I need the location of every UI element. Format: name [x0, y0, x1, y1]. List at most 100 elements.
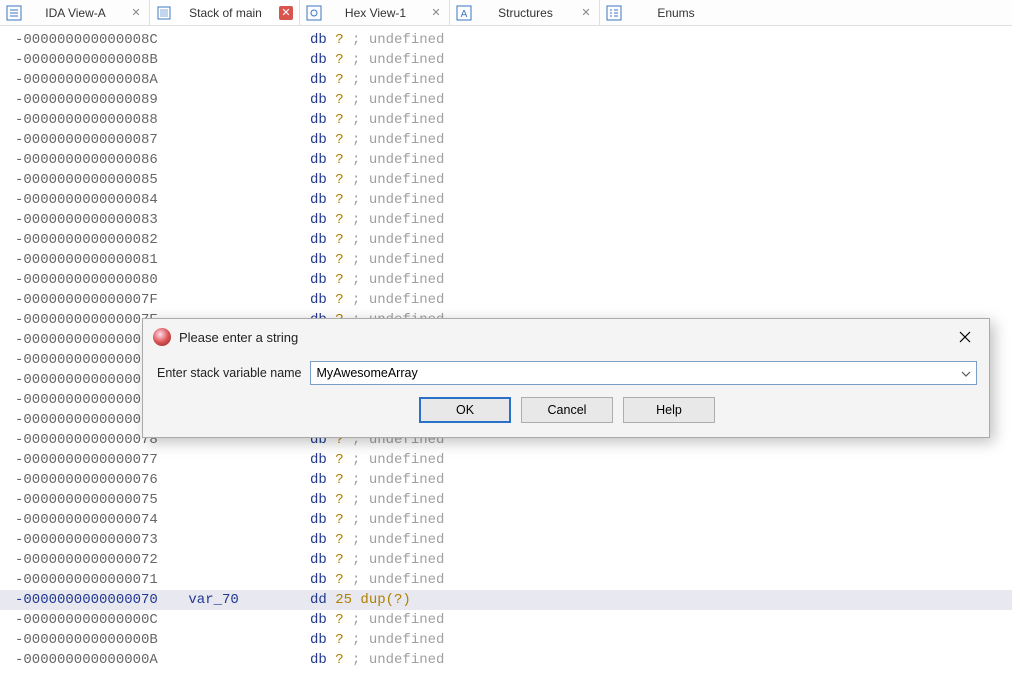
comment: ; undefined	[344, 150, 445, 170]
value: ?	[335, 530, 343, 550]
type-keyword: db	[310, 110, 335, 130]
close-icon[interactable]: ✕	[579, 6, 593, 20]
type-keyword: db	[310, 630, 335, 650]
tab-label: Enums	[628, 6, 724, 20]
disasm-line[interactable]: -000000000000000Bdb ? ; undefined	[0, 630, 1012, 650]
disasm-line[interactable]: -0000000000000088db ? ; undefined	[0, 110, 1012, 130]
rename-dialog: Please enter a string Enter stack variab…	[142, 318, 990, 438]
type-keyword: db	[310, 650, 335, 670]
offset: -0000000000000085	[15, 170, 180, 190]
value: 25 dup(?)	[335, 590, 411, 610]
type-keyword: db	[310, 450, 335, 470]
tab-stack-of-main[interactable]: Stack of main ✕	[150, 0, 300, 25]
value: ?	[335, 610, 343, 630]
comment: ; undefined	[344, 570, 445, 590]
disasm-line[interactable]: -0000000000000080db ? ; undefined	[0, 270, 1012, 290]
dialog-title: Please enter a string	[179, 330, 943, 345]
tab-ida-view-a[interactable]: IDA View-A ✕	[0, 0, 150, 25]
value: ?	[335, 30, 343, 50]
structures-icon: A	[456, 5, 472, 21]
value: ?	[335, 190, 343, 210]
tab-enums[interactable]: Enums	[600, 0, 730, 25]
disasm-line[interactable]: -0000000000000087db ? ; undefined	[0, 130, 1012, 150]
dialog-body: Enter stack variable name OK Cancel Help	[143, 355, 989, 437]
type-keyword: db	[310, 610, 335, 630]
disasm-line[interactable]: -0000000000000073db ? ; undefined	[0, 530, 1012, 550]
disasm-line[interactable]: -0000000000000085db ? ; undefined	[0, 170, 1012, 190]
dialog-header: Please enter a string	[143, 319, 989, 355]
list-icon	[6, 5, 22, 21]
offset: -0000000000000070	[15, 590, 180, 610]
disasm-line[interactable]: -000000000000007Fdb ? ; undefined	[0, 290, 1012, 310]
value: ?	[335, 70, 343, 90]
value: ?	[335, 290, 343, 310]
value: ?	[335, 210, 343, 230]
disasm-line[interactable]: -0000000000000071db ? ; undefined	[0, 570, 1012, 590]
comment: ; undefined	[344, 250, 445, 270]
type-keyword: dd	[310, 590, 335, 610]
ok-button[interactable]: OK	[419, 397, 511, 423]
value: ?	[335, 150, 343, 170]
disasm-line[interactable]: -0000000000000076db ? ; undefined	[0, 470, 1012, 490]
cancel-button[interactable]: Cancel	[521, 397, 613, 423]
offset: -000000000000007F	[15, 290, 180, 310]
tab-structures[interactable]: A Structures ✕	[450, 0, 600, 25]
value: ?	[335, 490, 343, 510]
disasm-line[interactable]: -0000000000000077db ? ; undefined	[0, 450, 1012, 470]
type-keyword: db	[310, 470, 335, 490]
offset: -0000000000000083	[15, 210, 180, 230]
field-label: Enter stack variable name	[157, 366, 302, 380]
type-keyword: db	[310, 550, 335, 570]
offset: -0000000000000086	[15, 150, 180, 170]
disasm-line[interactable]: -0000000000000075db ? ; undefined	[0, 490, 1012, 510]
disasm-line[interactable]: -0000000000000086 db ? ; undefined	[0, 150, 1012, 170]
disasm-line[interactable]: -0000000000000070 var_70dd 25 dup(?)	[0, 590, 1012, 610]
svg-text:A: A	[461, 9, 468, 20]
variable-name-field[interactable]	[310, 361, 977, 385]
disasm-line[interactable]: -000000000000008Cdb ? ; undefined	[0, 30, 1012, 50]
help-button[interactable]: Help	[623, 397, 715, 423]
comment: ; undefined	[344, 230, 445, 250]
close-icon[interactable]: ✕	[429, 6, 443, 20]
value: ?	[335, 450, 343, 470]
comment: ; undefined	[344, 270, 445, 290]
disasm-line[interactable]: -0000000000000072db ? ; undefined	[0, 550, 1012, 570]
disasm-line[interactable]: -000000000000008Adb ? ; undefined	[0, 70, 1012, 90]
disasm-line[interactable]: -000000000000000Cdb ? ; undefined	[0, 610, 1012, 630]
disasm-line[interactable]: -0000000000000089db ? ; undefined	[0, 90, 1012, 110]
type-keyword: db	[310, 510, 335, 530]
value: ?	[335, 250, 343, 270]
disasm-line[interactable]: -000000000000000Adb ? ; undefined	[0, 650, 1012, 670]
tab-label: IDA View-A	[28, 6, 123, 20]
value: ?	[335, 510, 343, 530]
close-icon[interactable]	[951, 323, 979, 351]
disasm-line[interactable]: -0000000000000083db ? ; undefined	[0, 210, 1012, 230]
disasm-line[interactable]: -0000000000000084db ? ; undefined	[0, 190, 1012, 210]
type-keyword: db	[310, 570, 335, 590]
disasm-line[interactable]: -0000000000000082db ? ; undefined	[0, 230, 1012, 250]
comment: ; undefined	[344, 50, 445, 70]
disasm-line[interactable]: -000000000000008Bdb ? ; undefined	[0, 50, 1012, 70]
offset: -000000000000008B	[15, 50, 180, 70]
variable-name-input[interactable]	[310, 361, 977, 385]
disasm-line[interactable]: -0000000000000074db ? ; undefined	[0, 510, 1012, 530]
comment: ; undefined	[344, 110, 445, 130]
type-keyword: db	[310, 270, 335, 290]
offset: -000000000000008A	[15, 70, 180, 90]
comment: ; undefined	[344, 610, 445, 630]
comment: ; undefined	[344, 510, 445, 530]
type-keyword: db	[310, 490, 335, 510]
close-icon[interactable]: ✕	[279, 6, 293, 20]
close-icon[interactable]: ✕	[129, 6, 143, 20]
value: ?	[335, 90, 343, 110]
disasm-line[interactable]: -0000000000000081db ? ; undefined	[0, 250, 1012, 270]
comment: ; undefined	[344, 210, 445, 230]
type-keyword: db	[310, 30, 335, 50]
comment: ; undefined	[344, 650, 445, 670]
tab-label: Structures	[478, 6, 573, 20]
comment: ; undefined	[344, 550, 445, 570]
type-keyword: db	[310, 150, 335, 170]
tab-hex-view-1[interactable]: Hex View-1 ✕	[300, 0, 450, 25]
offset: -0000000000000081	[15, 250, 180, 270]
offset: -0000000000000080	[15, 270, 180, 290]
